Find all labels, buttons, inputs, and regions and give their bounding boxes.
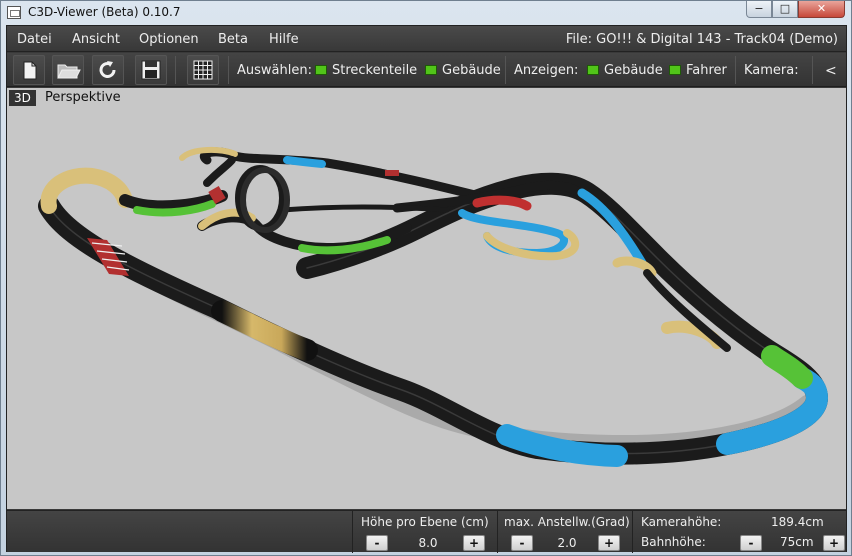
camera-label: Kamera: [744, 63, 799, 78]
minimize-button[interactable]: − [746, 1, 772, 18]
max-angle-label: max. Anstellw.(Grad) [504, 515, 630, 529]
track-height-value: 75cm [780, 535, 814, 549]
camera-height-value: 189.4cm [771, 515, 824, 529]
title-bar[interactable]: C3D-Viewer (Beta) 0.10.7 − □ ✕ [1, 1, 851, 25]
camera-group: Kamerahöhe: 189.4cm Bahnhöhe: - 75cm + [632, 511, 846, 553]
save-button[interactable] [135, 55, 167, 85]
level-height-group: Höhe pro Ebene (cm) - 8.0 + [352, 511, 497, 553]
max-angle-value: 2.0 [557, 536, 577, 550]
checkbox-select-streckenteile[interactable] [315, 65, 327, 75]
new-document-icon [23, 61, 37, 80]
select-gebaeude-label[interactable]: Gebäude [442, 63, 501, 78]
reload-button[interactable] [92, 55, 124, 85]
save-icon [141, 60, 161, 80]
app-window: C3D-Viewer (Beta) 0.10.7 − □ ✕ Datei Ans… [0, 0, 852, 556]
view-tag: 3D [9, 90, 36, 106]
close-button[interactable]: ✕ [798, 1, 845, 18]
level-height-minus-button[interactable]: - [366, 535, 388, 551]
menu-hilfe[interactable]: Hilfe [269, 32, 299, 47]
track-height-label: Bahnhöhe: [641, 535, 706, 549]
toolbar: Auswählen: Streckenteile Gebäude Anzeige… [7, 53, 846, 87]
track-height-plus-button[interactable]: + [823, 535, 845, 551]
track-height-minus-button[interactable]: - [740, 535, 762, 551]
loop-element [235, 165, 290, 233]
app-content: Datei Ansicht Optionen Beta Hilfe File: … [6, 25, 847, 553]
grid-button[interactable] [187, 55, 219, 85]
select-streckenteile-label[interactable]: Streckenteile [332, 63, 417, 78]
level-height-label: Höhe pro Ebene (cm) [361, 515, 489, 529]
toolbar-separator [228, 56, 229, 84]
show-fahrer-label[interactable]: Fahrer [686, 63, 727, 78]
toolbar-separator [505, 56, 506, 84]
new-button[interactable] [13, 55, 45, 85]
checkbox-show-fahrer[interactable] [669, 65, 681, 75]
maximize-button[interactable]: □ [772, 1, 798, 18]
open-folder-icon [57, 64, 81, 79]
status-bar: Höhe pro Ebene (cm) - 8.0 + max. Anstell… [7, 510, 846, 553]
open-button[interactable] [52, 55, 84, 85]
menu-datei[interactable]: Datei [17, 32, 52, 47]
track-main [38, 146, 828, 467]
reload-icon [99, 61, 116, 78]
toolbar-separator [735, 56, 736, 84]
level-height-plus-button[interactable]: + [463, 535, 485, 551]
menu-ansicht[interactable]: Ansicht [72, 32, 120, 47]
menu-optionen[interactable]: Optionen [139, 32, 199, 47]
checkbox-select-gebaeude[interactable] [425, 65, 437, 75]
max-angle-group: max. Anstellw.(Grad) - 2.0 + [497, 511, 632, 553]
max-angle-plus-button[interactable]: + [598, 535, 620, 551]
toolbar-separator [175, 56, 176, 84]
file-label: File: GO!!! & Digital 143 - Track04 (Dem… [565, 32, 838, 47]
show-gebaeude-label[interactable]: Gebäude [604, 63, 663, 78]
show-label: Anzeigen: [514, 63, 579, 78]
max-angle-minus-button[interactable]: - [511, 535, 533, 551]
toolbar-separator [812, 56, 813, 84]
view-mode-label[interactable]: Perspektive [45, 90, 121, 105]
3d-viewport[interactable]: 3D Perspektive [7, 88, 846, 509]
menu-beta[interactable]: Beta [218, 32, 248, 47]
level-height-value: 8.0 [418, 536, 438, 550]
checkbox-show-gebaeude[interactable] [587, 65, 599, 75]
camera-height-label: Kamerahöhe: [641, 515, 722, 529]
select-label: Auswählen: [237, 63, 312, 78]
app-icon [7, 6, 21, 19]
collapse-toolbar-button[interactable]: < [825, 63, 837, 79]
window-title: C3D-Viewer (Beta) 0.10.7 [28, 5, 181, 19]
grid-icon [193, 60, 213, 80]
menu-bar: Datei Ansicht Optionen Beta Hilfe File: … [7, 26, 846, 52]
track-3d-scene[interactable] [7, 88, 846, 509]
